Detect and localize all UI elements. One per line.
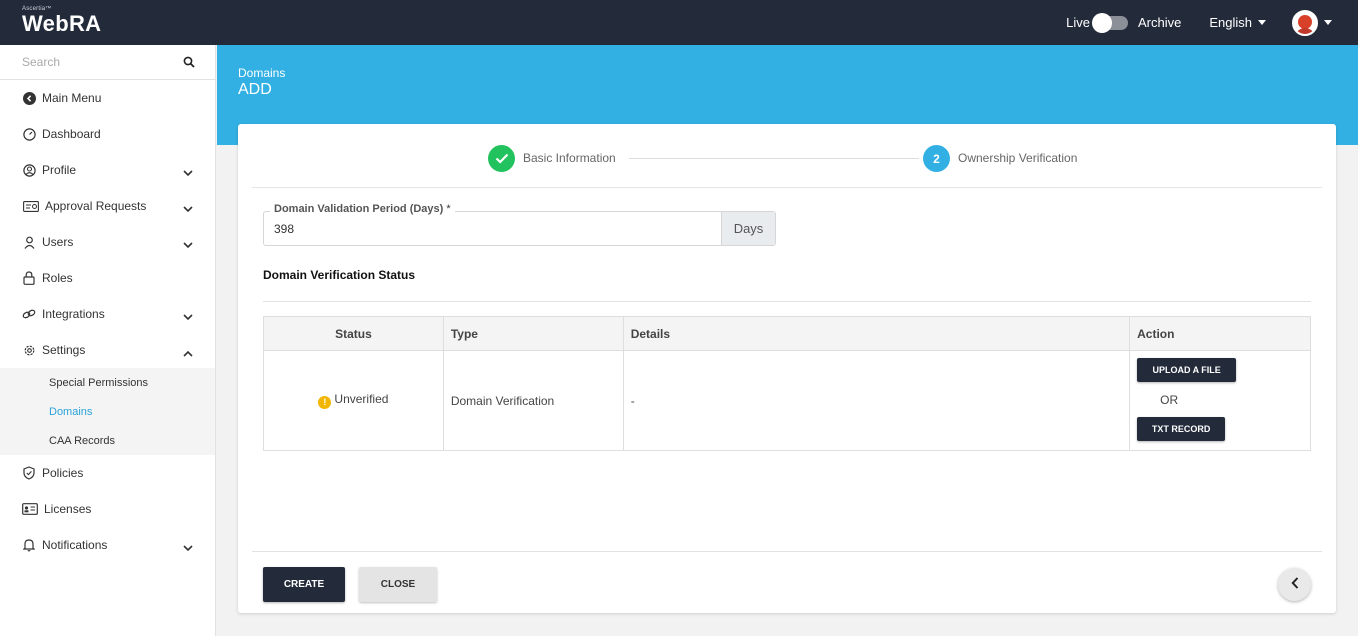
sidebar-item-label: Policies [42,466,84,480]
txt-record-button[interactable]: TXT RECORD [1137,417,1226,441]
user-menu-caret-icon[interactable] [1324,20,1332,25]
section-divider [263,301,1311,302]
step-ownership-verification[interactable]: Ownership Verification [958,151,1077,165]
validation-period-field: Domain Validation Period (Days) * Days [263,203,776,246]
top-bar: Ascertia™ WebRA Live Archive English [0,0,1358,45]
search-input[interactable] [0,45,170,79]
verification-table: Status Type Details Action ! Unverified D… [263,316,1311,451]
users-icon [22,235,36,249]
brand-name: WebRA [22,11,102,36]
chevron-down-icon [183,541,193,555]
verification-section-title: Domain Verification Status [263,268,416,282]
gear-icon [22,343,36,357]
step-basic-information[interactable]: Basic Information [523,151,616,165]
details-cell: - [622,350,1131,451]
sidebar-item-main-menu[interactable]: Main Menu [0,80,215,116]
approval-icon [22,199,39,213]
sidebar-subitem-special-permissions[interactable]: Special Permissions [0,368,215,397]
back-circle-icon [22,91,36,105]
lock-icon [22,271,36,285]
chevron-up-icon [183,346,193,360]
live-archive-toggle[interactable] [1092,12,1128,33]
back-button[interactable] [1278,568,1311,601]
archive-label: Archive [1138,15,1182,30]
status-cell: ! Unverified [263,350,444,451]
sidebar-item-label: Roles [42,271,73,285]
sidebar-subitem-domains[interactable]: Domains [0,397,215,426]
validation-period-input[interactable] [264,212,722,245]
chevron-down-icon [183,310,193,324]
toggle-knob [1092,12,1112,33]
action-wrap: UPLOAD A FILE OR TXT RECORD [1130,351,1310,450]
sidebar: Main Menu Dashboard Profile Approval Req… [0,45,216,636]
chevron-down-icon [183,166,193,180]
table-row: ! Unverified Domain Verification - UPLOAD… [263,350,1311,451]
sidebar-item-label: Integrations [42,307,105,321]
sidebar-item-licenses[interactable]: Licenses [0,491,215,527]
id-card-icon [22,502,38,516]
sidebar-item-label: Notifications [42,538,108,552]
sidebar-item-approval-requests[interactable]: Approval Requests [0,188,215,224]
or-separator: OR [1160,393,1179,407]
chevron-down-icon [183,238,193,252]
sidebar-item-label: Dashboard [42,127,101,141]
column-header-action: Action [1129,316,1311,351]
sidebar-item-users[interactable]: Users [0,224,215,260]
page-title: ADD [238,81,272,98]
top-right-controls: Live Archive English [1066,0,1332,45]
avatar-face [1298,14,1312,29]
breadcrumb[interactable]: Domains [238,66,285,80]
domain-add-card: Basic Information 2 Ownership Verificati… [238,124,1336,613]
shield-icon [22,466,36,480]
chevron-down-icon [183,202,193,216]
warning-icon: ! [318,395,332,409]
sidebar-item-policies[interactable]: Policies [0,455,215,491]
close-button[interactable]: CLOSE [359,567,437,602]
bell-icon [22,538,36,552]
link-icon [22,307,36,321]
upload-file-button[interactable]: UPLOAD A FILE [1137,358,1237,382]
sidebar-item-label: Approval Requests [45,199,147,213]
step-connector [629,158,919,159]
days-suffix: Days [721,212,775,245]
sidebar-item-dashboard[interactable]: Dashboard [0,116,215,152]
step-complete-check-icon [488,145,515,172]
action-cell: UPLOAD A FILE OR TXT RECORD [1129,350,1311,451]
column-header-details: Details [622,316,1131,351]
chevron-left-icon [1290,577,1299,592]
sidebar-subitem-caa-records[interactable]: CAA Records [0,426,215,455]
type-cell: Domain Verification [442,350,624,451]
avatar[interactable] [1292,9,1318,36]
sidebar-search [0,45,215,80]
sidebar-item-label: Main Menu [42,91,102,105]
column-header-status: Status [263,316,444,351]
column-header-type: Type [442,316,624,351]
stepper: Basic Information 2 Ownership Verificati… [252,124,1322,188]
dashboard-icon [22,127,36,141]
table-header-row: Status Type Details Action [263,316,1311,351]
sidebar-item-label: Licenses [44,502,92,516]
language-caret-icon[interactable] [1258,20,1266,25]
search-icon[interactable] [183,56,195,71]
sidebar-item-settings[interactable]: Settings [0,332,215,368]
live-label: Live [1066,15,1090,30]
sidebar-item-integrations[interactable]: Integrations [0,296,215,332]
sidebar-item-label: Profile [42,163,77,177]
language-selector[interactable]: English [1209,15,1252,30]
avatar-shirt [1295,27,1315,34]
settings-submenu: Special Permissions Domains CAA Records [0,368,215,455]
footer-divider [252,551,1322,552]
status-text: Unverified [334,392,389,407]
sidebar-item-profile[interactable]: Profile [0,152,215,188]
step-number-badge: 2 [923,145,950,172]
sidebar-item-label: Users [42,235,74,249]
app-logo[interactable]: Ascertia™ WebRA [22,6,101,36]
create-button[interactable]: CREATE [263,567,345,602]
sidebar-item-label: Settings [42,343,86,357]
profile-icon [22,163,36,177]
sidebar-item-notifications[interactable]: Notifications [0,527,215,563]
sidebar-item-roles[interactable]: Roles [0,260,215,296]
